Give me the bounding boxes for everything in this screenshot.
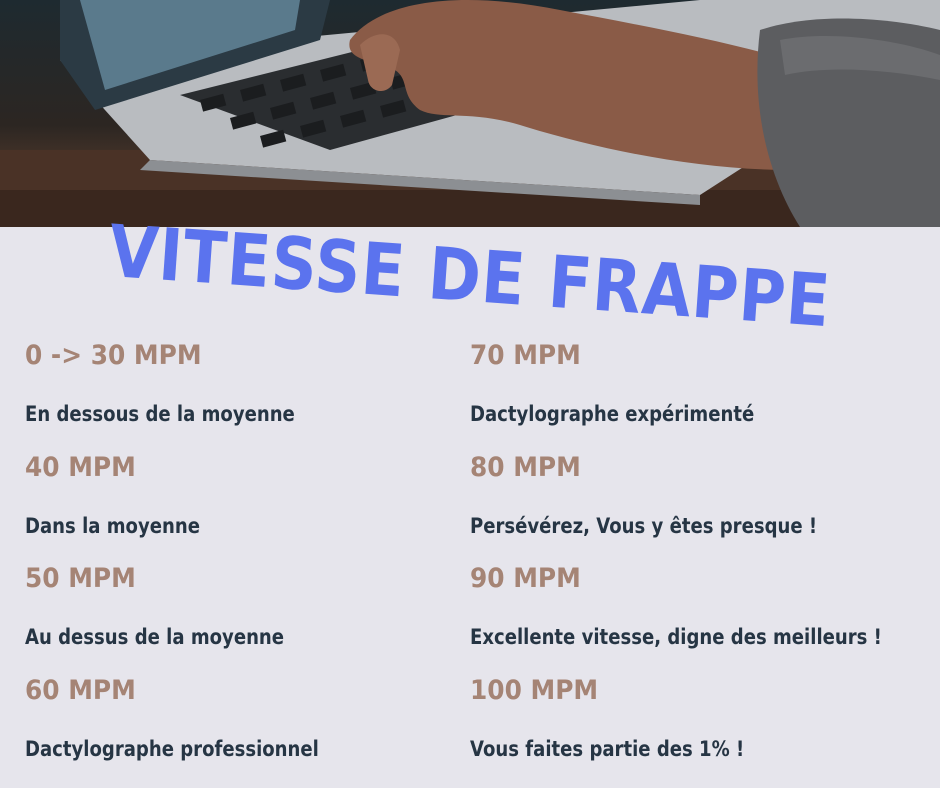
speed-label: En dessous de la moyenne [25,402,295,426]
page-title: VITESSE DE FRAPPE [106,208,834,344]
speed-label: Persévérez, Vous y êtes presque ! [470,513,818,538]
speed-entry: 80 MPM Persévérez, Vous y êtes presque ! [470,448,938,560]
speed-entry: 50 MPM Au dessus de la moyenne [25,559,445,671]
speed-label: Au dessus de la moyenne [25,625,285,649]
speed-value: 60 MPM [25,674,136,706]
speed-entry: 100 MPM Vous faites partie des 1% ! [470,671,938,783]
speed-entry: 90 MPM Excellente vitesse, digne des mei… [470,559,938,671]
speed-label: Vous faites partie des 1% ! [470,736,745,761]
speed-value: 70 MPM [470,340,581,371]
speed-label: Dans la moyenne [25,513,200,538]
laptop-typing-photo [0,0,940,227]
right-speed-column: 70 MPM Dactylographe expérimenté 80 MPM … [470,336,938,782]
speed-entry: 60 MPM Dactylographe professionnel [25,671,445,783]
speed-label: Dactylographe expérimenté [470,402,755,426]
speed-label: Excellente vitesse, digne des meilleurs … [470,625,882,649]
speed-value: 0 -> 30 MPM [25,340,202,371]
speed-value: 80 MPM [470,451,581,483]
left-speed-column: 0 -> 30 MPM En dessous de la moyenne 40 … [25,336,445,782]
page-title-wrapper: VITESSE DE FRAPPE [0,209,940,343]
laptop-illustration [0,0,940,227]
speed-entry: 70 MPM Dactylographe expérimenté [470,336,938,448]
speed-entry: 40 MPM Dans la moyenne [25,448,445,560]
speed-value: 90 MPM [470,563,581,594]
speed-value: 100 MPM [470,674,599,706]
speed-value: 50 MPM [25,563,136,594]
speed-label: Dactylographe professionnel [25,736,319,761]
speed-value: 40 MPM [25,451,136,483]
speed-entry: 0 -> 30 MPM En dessous de la moyenne [25,336,445,448]
